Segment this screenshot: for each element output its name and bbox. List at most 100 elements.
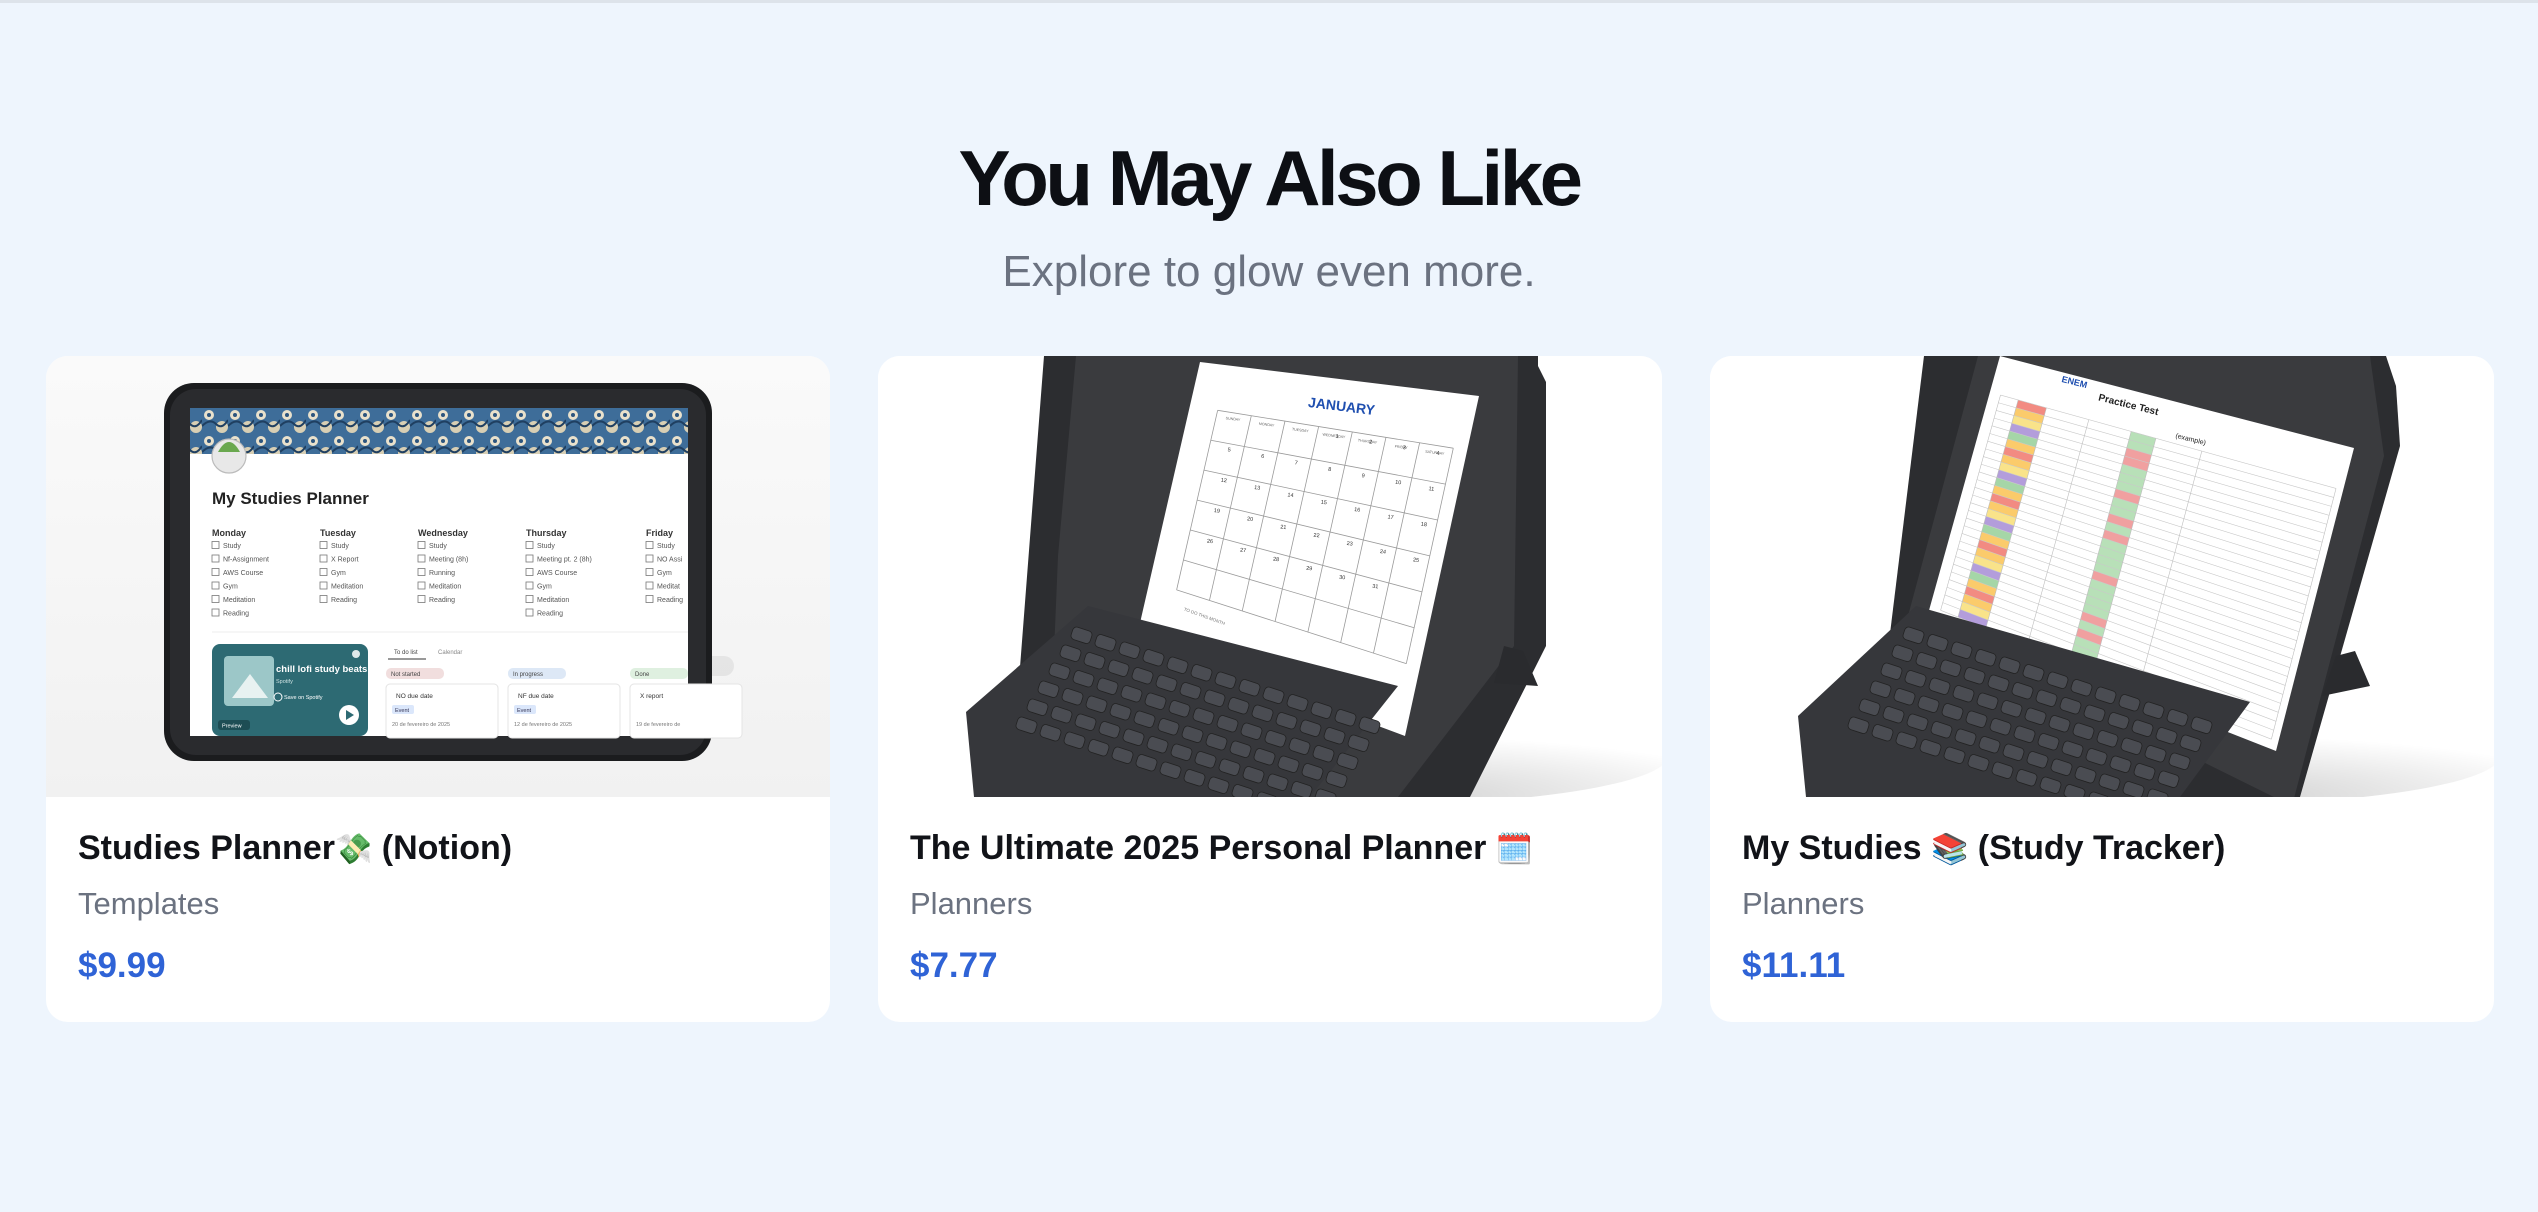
section-title: You May Also Like (958, 134, 1583, 222)
task-label: NO Assi (657, 557, 683, 564)
status-label: Not started (391, 672, 420, 678)
section-subtitle: Explore to glow even more. (1002, 247, 1536, 296)
task-label: Gym (657, 570, 672, 577)
product-card-study-tracker[interactable]: ENEM Practice Test (example) My Studies 📚 … (1710, 356, 2494, 1022)
calendar-day-number: 26 (1207, 539, 1214, 546)
calendar-day-number: 22 (1313, 533, 1320, 540)
product-price: $9.99 (78, 946, 166, 985)
product-title[interactable]: The Ultimate 2025 Personal Planner 🗓️ (910, 826, 1630, 872)
calendar-day-number: 25 (1413, 557, 1420, 564)
task-label: Reading (223, 611, 249, 618)
calendar-day-number: 29 (1306, 566, 1313, 573)
playlist-action-text: Save on Spotify (284, 695, 323, 701)
playlist-preview-text: Preview (222, 724, 242, 730)
board-card-tag-label: Event (517, 708, 532, 714)
task-label: Meditation (331, 584, 363, 591)
top-divider (0, 0, 2538, 3)
task-label: Study (429, 543, 447, 550)
product-category: Templates (78, 886, 220, 921)
task-label: AWS Course (537, 570, 577, 577)
day-heading: Monday (212, 528, 246, 538)
product-title-suffix: (Study Tracker) (1968, 829, 2226, 867)
view-tab-todo: To do list (394, 650, 418, 656)
books-emoji-icon: 📚 (1930, 832, 1969, 867)
task-label: Running (429, 570, 455, 577)
product-grid: My Studies Planner Monday Study Nf-Assignm… (46, 356, 2494, 1022)
playlist-title-text: chill lofi study beats (276, 664, 367, 675)
task-label: Meditat (657, 584, 680, 591)
calendar-day-number: 23 (1346, 541, 1353, 548)
product-info-personal-planner: The Ultimate 2025 Personal Planner 🗓️ Pl… (910, 826, 1630, 988)
calendar-day-number: 27 (1240, 548, 1247, 555)
board-card-title: X report (640, 693, 663, 700)
calendar-day-number: 11 (1428, 486, 1434, 493)
task-label: Reading (537, 611, 563, 618)
product-info-study-tracker: My Studies 📚 (Study Tracker) Planners $1… (1742, 826, 2462, 988)
task-label: Nf-Assignment (223, 557, 269, 564)
calendar-day-number: 24 (1379, 549, 1386, 556)
calendar-day-number: 20 (1247, 516, 1254, 523)
planner-title-text: My Studies Planner (212, 489, 369, 508)
playlist-source-text: Spotify (276, 679, 293, 685)
view-tab-calendar: Calendar (438, 650, 462, 656)
money-emoji-icon: 💸 (334, 832, 373, 867)
task-label: Gym (223, 584, 238, 591)
task-label: Meditation (429, 584, 461, 591)
product-category: Planners (1742, 886, 1865, 921)
product-card-studies-planner[interactable]: My Studies Planner Monday Study Nf-Assignm… (46, 356, 830, 1022)
product-title[interactable]: Studies Planner💸 (Notion) (78, 826, 798, 872)
calendar-day-number: 10 (1395, 480, 1402, 487)
task-label: Meditation (537, 597, 569, 604)
product-image-study-tracker[interactable]: ENEM Practice Test (example) (1710, 356, 2494, 797)
task-label: Meeting pt. 2 (8h) (537, 557, 592, 564)
task-label: Study (657, 543, 675, 550)
section-header: You May Also Like Explore to glow even m… (0, 130, 2538, 298)
calendar-day-number: 21 (1280, 524, 1287, 531)
task-label: Gym (537, 584, 552, 591)
calendar-day-number: 17 (1387, 514, 1394, 521)
task-label: Study (331, 543, 349, 550)
board-card-tag-label: Event (395, 708, 410, 714)
calendar-day-number: 31 (1372, 584, 1379, 591)
calendar-day-number: 13 (1254, 485, 1261, 492)
product-category: Planners (910, 886, 1033, 921)
calendar-day-number: 19 (1213, 508, 1220, 515)
calendar-day-number: 30 (1339, 575, 1346, 582)
product-image-personal-planner[interactable]: JANUARY SUNDAY MONDAY TUESDAY WEDNESDAY THURS… (878, 356, 1662, 797)
calendar-day-number: 18 (1420, 522, 1427, 529)
product-title-text: The Ultimate 2025 Personal Planner (910, 829, 1487, 867)
product-title[interactable]: My Studies 📚 (Study Tracker) (1742, 826, 2462, 872)
product-info-studies-planner: Studies Planner💸 (Notion) Templates $9.9… (78, 826, 798, 988)
task-label: Reading (657, 597, 683, 604)
day-heading: Thursday (526, 528, 567, 538)
product-image-studies-planner[interactable]: My Studies Planner Monday Study Nf-Assignm… (46, 356, 830, 797)
task-label: Meeting (8h) (429, 557, 468, 564)
calendar-day-number: 28 (1273, 557, 1280, 564)
status-label: Done (635, 672, 650, 678)
board-card-date: 20 de fevereiro de 2025 (392, 722, 450, 728)
day-heading: Friday (646, 528, 673, 538)
product-title-suffix: (Notion) (372, 829, 513, 867)
task-label: Study (223, 543, 241, 550)
status-label: In progress (513, 672, 543, 678)
board-card-date: 12 de fevereiro de 2025 (514, 722, 572, 728)
product-price: $11.11 (1742, 946, 1846, 985)
task-label: Gym (331, 570, 346, 577)
board-card-title: NF due date (518, 693, 554, 700)
task-label: AWS Course (223, 570, 263, 577)
calendar-day-number: 12 (1220, 478, 1227, 485)
board-card-date: 19 de fevereiro de (636, 722, 680, 728)
product-price: $7.77 (910, 946, 998, 985)
task-label: Reading (331, 597, 357, 604)
calendar-day-number: 14 (1287, 492, 1294, 499)
day-heading: Wednesday (418, 528, 468, 538)
calendar-day-number: 16 (1354, 507, 1361, 514)
calendar-day-number: 15 (1320, 500, 1327, 507)
day-heading: Tuesday (320, 528, 356, 538)
task-label: Reading (429, 597, 455, 604)
product-title-text: Studies Planner (78, 829, 335, 867)
product-title-text: My Studies (1742, 829, 1922, 867)
board-card-title: NO due date (396, 693, 433, 700)
product-card-personal-planner[interactable]: JANUARY SUNDAY MONDAY TUESDAY WEDNESDAY THURS… (878, 356, 1662, 1022)
task-label: Study (537, 543, 555, 550)
